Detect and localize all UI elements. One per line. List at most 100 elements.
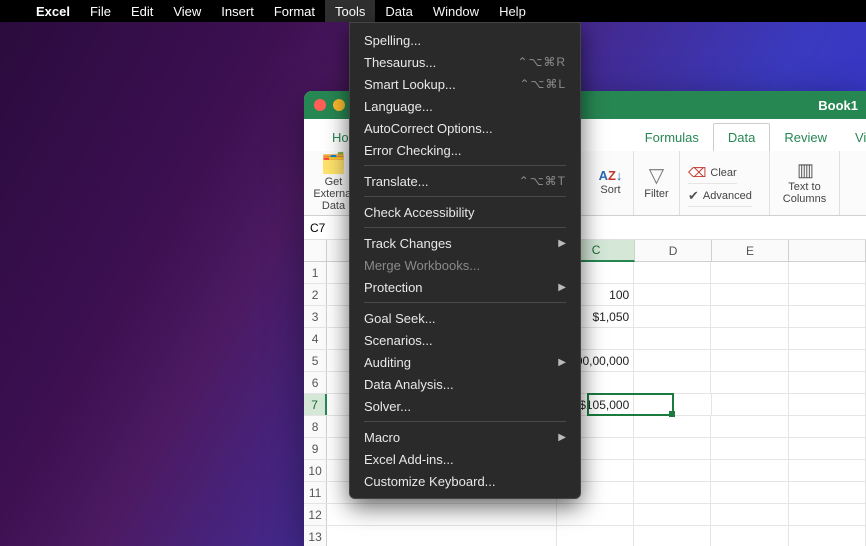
- filter-button[interactable]: ▽ Filter: [634, 151, 680, 215]
- cell-C13[interactable]: [557, 526, 634, 546]
- cell-E2[interactable]: [711, 284, 788, 305]
- chevron-right-icon: ▶: [558, 432, 566, 443]
- cell-D3[interactable]: [634, 306, 711, 327]
- cell-D5[interactable]: [634, 350, 711, 371]
- row-header[interactable]: 9: [304, 438, 327, 459]
- cell-D8[interactable]: [634, 416, 711, 437]
- cell-D10[interactable]: [634, 460, 711, 481]
- select-all-corner[interactable]: [304, 240, 327, 261]
- menu-file[interactable]: File: [80, 0, 121, 22]
- tools-menu-item[interactable]: Smart Lookup...⌃⌥⌘L: [350, 73, 580, 95]
- cell[interactable]: [789, 504, 866, 525]
- cell-E13[interactable]: [711, 526, 788, 546]
- tools-menu-item[interactable]: AutoCorrect Options...: [350, 117, 580, 139]
- column-header-e[interactable]: E: [712, 240, 789, 261]
- app-menu[interactable]: Excel: [26, 0, 80, 22]
- cell-C12[interactable]: [557, 504, 634, 525]
- cell-E6[interactable]: [711, 372, 788, 393]
- cell-D6[interactable]: [634, 372, 711, 393]
- tools-menu-item[interactable]: Customize Keyboard...: [350, 470, 580, 492]
- cell[interactable]: [789, 328, 866, 349]
- row-header[interactable]: 4: [304, 328, 327, 349]
- row-header[interactable]: 5: [304, 350, 327, 371]
- cell[interactable]: [789, 284, 866, 305]
- cell[interactable]: [789, 350, 866, 371]
- tools-menu-item[interactable]: Translate...⌃⌥⌘T: [350, 170, 580, 192]
- cell-D12[interactable]: [634, 504, 711, 525]
- row-header[interactable]: 1: [304, 262, 327, 283]
- cell-E12[interactable]: [711, 504, 788, 525]
- cell-E9[interactable]: [711, 438, 788, 459]
- row-header[interactable]: 11: [304, 482, 327, 503]
- cell-E11[interactable]: [711, 482, 788, 503]
- row-header[interactable]: 12: [304, 504, 327, 525]
- minimize-window-button[interactable]: [333, 99, 345, 111]
- tools-menu-item[interactable]: Excel Add-ins...: [350, 448, 580, 470]
- tab-data[interactable]: Data: [713, 123, 770, 151]
- cell[interactable]: [327, 526, 557, 546]
- row-header[interactable]: 6: [304, 372, 327, 393]
- cell[interactable]: [789, 438, 866, 459]
- menu-tools[interactable]: Tools: [325, 0, 375, 22]
- sort-button[interactable]: AZ↓ Sort: [588, 151, 634, 215]
- advanced-filter-button[interactable]: ✔︎Advanced: [688, 185, 752, 207]
- tools-menu-item[interactable]: Solver...: [350, 395, 580, 417]
- tools-menu-item[interactable]: Spelling...: [350, 29, 580, 51]
- cell-D7[interactable]: [634, 394, 711, 415]
- row-header[interactable]: 10: [304, 460, 327, 481]
- cell[interactable]: [789, 460, 866, 481]
- cell-D13[interactable]: [634, 526, 711, 546]
- tab-formulas[interactable]: Formulas: [631, 124, 713, 151]
- cell[interactable]: [789, 482, 866, 503]
- row-header[interactable]: 13: [304, 526, 327, 546]
- cell-D4[interactable]: [634, 328, 711, 349]
- row-header[interactable]: 7: [304, 394, 327, 415]
- close-window-button[interactable]: [314, 99, 326, 111]
- tab-view[interactable]: View: [841, 124, 866, 151]
- row-header[interactable]: 3: [304, 306, 327, 327]
- cell-E1[interactable]: [711, 262, 788, 283]
- clear-filter-button[interactable]: ⌫Clear: [688, 162, 737, 184]
- cell[interactable]: [789, 372, 866, 393]
- tools-menu-item[interactable]: Scenarios...: [350, 329, 580, 351]
- menu-insert[interactable]: Insert: [211, 0, 264, 22]
- tools-menu-item[interactable]: Macro▶: [350, 426, 580, 448]
- cell[interactable]: [789, 416, 866, 437]
- row-header[interactable]: 8: [304, 416, 327, 437]
- tools-menu-item[interactable]: Goal Seek...: [350, 307, 580, 329]
- menu-view[interactable]: View: [163, 0, 211, 22]
- cell-D11[interactable]: [634, 482, 711, 503]
- cell-E10[interactable]: [711, 460, 788, 481]
- tools-menu-item[interactable]: Track Changes▶: [350, 232, 580, 254]
- cell[interactable]: [789, 306, 866, 327]
- tools-menu-item[interactable]: Auditing▶: [350, 351, 580, 373]
- tools-menu-item[interactable]: Protection▶: [350, 276, 580, 298]
- tab-review[interactable]: Review: [770, 124, 841, 151]
- column-header-f[interactable]: [789, 240, 866, 261]
- cell-E8[interactable]: [711, 416, 788, 437]
- tools-menu-item[interactable]: Check Accessibility: [350, 201, 580, 223]
- cell-D1[interactable]: [634, 262, 711, 283]
- cell-E4[interactable]: [711, 328, 788, 349]
- tools-menu-item[interactable]: Data Analysis...: [350, 373, 580, 395]
- tools-menu-item[interactable]: Language...: [350, 95, 580, 117]
- tools-menu-item[interactable]: Thesaurus...⌃⌥⌘R: [350, 51, 580, 73]
- cell[interactable]: [789, 394, 866, 415]
- tools-menu-item[interactable]: Error Checking...: [350, 139, 580, 161]
- cell-D2[interactable]: [634, 284, 711, 305]
- menu-data[interactable]: Data: [375, 0, 422, 22]
- menu-format[interactable]: Format: [264, 0, 325, 22]
- menu-help[interactable]: Help: [489, 0, 536, 22]
- cell[interactable]: [789, 526, 866, 546]
- cell-E3[interactable]: [711, 306, 788, 327]
- column-header-d[interactable]: D: [635, 240, 712, 261]
- cell[interactable]: [327, 504, 557, 525]
- menu-window[interactable]: Window: [423, 0, 489, 22]
- cell-E7[interactable]: [712, 394, 789, 415]
- row-header[interactable]: 2: [304, 284, 327, 305]
- text-to-columns-button[interactable]: ▥ Text to Columns: [770, 151, 840, 215]
- cell-D9[interactable]: [634, 438, 711, 459]
- cell-E5[interactable]: [711, 350, 788, 371]
- cell[interactable]: [789, 262, 866, 283]
- menu-edit[interactable]: Edit: [121, 0, 163, 22]
